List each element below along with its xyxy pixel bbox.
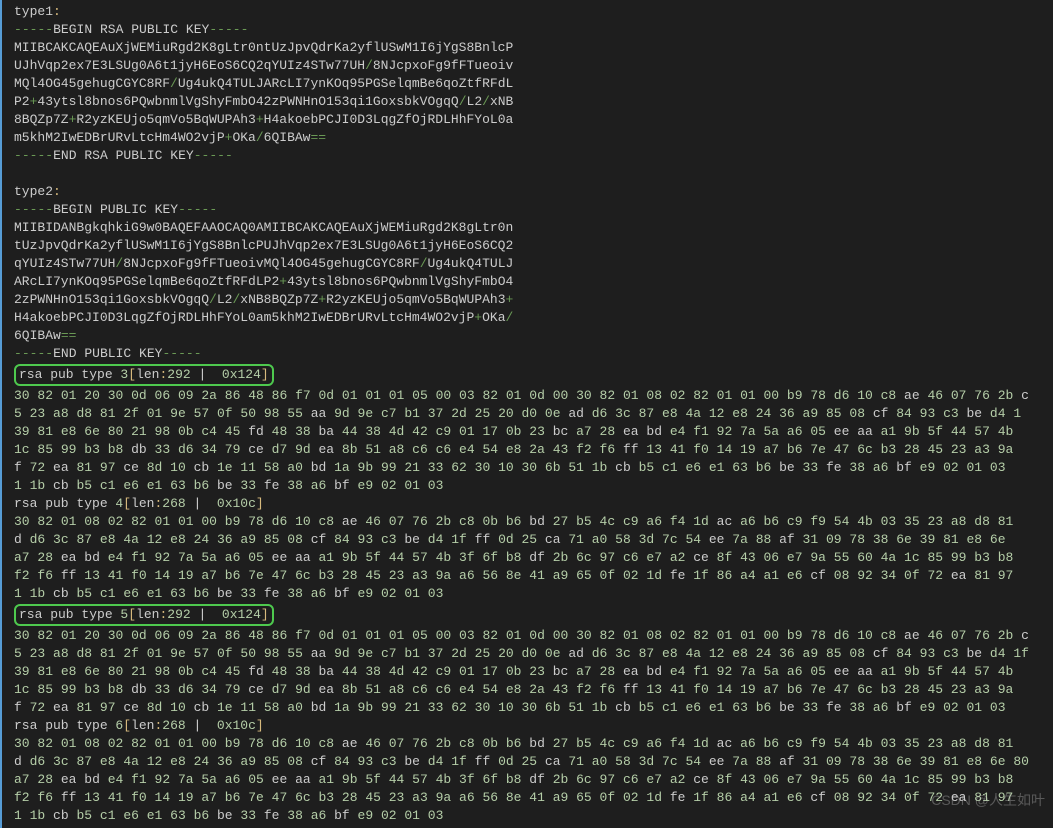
- hex-line: 30 82 01 20 30 0d 06 09 2a 86 48 86 f7 0…: [14, 387, 1053, 405]
- type2-begin: -----BEGIN PUBLIC KEY-----: [14, 201, 1053, 219]
- hex-line: 30 82 01 08 02 82 01 01 00 b9 78 d6 10 c…: [14, 735, 1053, 753]
- type2-end: -----END PUBLIC KEY-----: [14, 345, 1053, 363]
- pem-line: 8BQZp7Z+R2yzKEUjo5qmVo5BqWUPAh3+H4akoebP…: [14, 111, 1053, 129]
- pem-line: MIIBCAKCAQEAuXjWEMiuRgd2K8gLtr0ntUzJpvQd…: [14, 39, 1053, 57]
- hex-line: 1c 85 99 b3 b8 db 33 d6 34 79 ce d7 9d e…: [14, 441, 1053, 459]
- pem-line: qYUIz4STw77UH/8NJcpxoFg9fFTueoivMQl4OG45…: [14, 255, 1053, 273]
- dump3-header: rsa pub type 3[len:292 | 0x124]: [14, 364, 274, 386]
- type2-body: MIIBIDANBgkqhkiG9w0BAQEFAAOCAQ0AMIIBCAKC…: [14, 219, 1053, 345]
- pem-line: 6QIBAw==: [14, 327, 1053, 345]
- hex-line: d d6 3c 87 e8 4a 12 e8 24 36 a9 85 08 cf…: [14, 753, 1053, 771]
- hex-line: f 72 ea 81 97 ce 8d 10 cb 1e 11 58 a0 bd…: [14, 699, 1053, 717]
- type1-end: -----END RSA PUBLIC KEY-----: [14, 147, 1053, 165]
- type1-body: MIIBCAKCAQEAuXjWEMiuRgd2K8gLtr0ntUzJpvQd…: [14, 39, 1053, 147]
- type1-label: type1:: [14, 3, 1053, 21]
- hex-line: 1c 85 99 b3 b8 db 33 d6 34 79 ce d7 9d e…: [14, 681, 1053, 699]
- hex-line: 39 81 e8 6e 80 21 98 0b c4 45 fd 48 38 b…: [14, 663, 1053, 681]
- pem-line: P2+43ytsl8bnos6PQwbnmlVgShyFmbO42zPWNHnO…: [14, 93, 1053, 111]
- hex-line: f 72 ea 81 97 ce 8d 10 cb 1e 11 58 a0 bd…: [14, 459, 1053, 477]
- editor-pane: type1: -----BEGIN RSA PUBLIC KEY----- MI…: [0, 0, 1053, 828]
- hex-line: d d6 3c 87 e8 4a 12 e8 24 36 a9 85 08 cf…: [14, 531, 1053, 549]
- pem-line: tUzJpvQdrKa2yflUSwM1I6jYgS8BnlcPUJhVqp2e…: [14, 237, 1053, 255]
- hex-line: 30 82 01 20 30 0d 06 09 2a 86 48 86 f7 0…: [14, 627, 1053, 645]
- dump5-header: rsa pub type 5[len:292 | 0x124]: [14, 604, 274, 626]
- hex-line: 39 81 e8 6e 80 21 98 0b c4 45 fd 48 38 b…: [14, 423, 1053, 441]
- pem-line: H4akoebPCJI0D3LqgZfOjRDLHhFYoL0am5khM2Iw…: [14, 309, 1053, 327]
- pem-line: 2zPWNHnO153qi1GoxsbkVOgqQ/L2/xNB8BQZp7Z+…: [14, 291, 1053, 309]
- dump5-lines: 30 82 01 20 30 0d 06 09 2a 86 48 86 f7 0…: [14, 627, 1053, 717]
- dump6-header: rsa pub type 6[len:268 | 0x10c]: [14, 717, 1053, 735]
- type1-begin: -----BEGIN RSA PUBLIC KEY-----: [14, 21, 1053, 39]
- dump4-lines: 30 82 01 08 02 82 01 01 00 b9 78 d6 10 c…: [14, 513, 1053, 603]
- pem-line: MIIBIDANBgkqhkiG9w0BAQEFAAOCAQ0AMIIBCAKC…: [14, 219, 1053, 237]
- hex-line: f2 f6 ff 13 41 f0 14 19 a7 b6 7e 47 6c b…: [14, 789, 1053, 807]
- hex-line: f2 f6 ff 13 41 f0 14 19 a7 b6 7e 47 6c b…: [14, 567, 1053, 585]
- hex-line: 5 23 a8 d8 81 2f 01 9e 57 0f 50 98 55 aa…: [14, 645, 1053, 663]
- hex-line: 1 1b cb b5 c1 e6 e1 63 b6 be 33 fe 38 a6…: [14, 585, 1053, 603]
- dump4-header: rsa pub type 4[len:268 | 0x10c]: [14, 495, 1053, 513]
- pem-line: m5khM2IwEDBrURvLtcHm4WO2vjP+OKa/6QIBAw==: [14, 129, 1053, 147]
- type2-label: type2:: [14, 183, 1053, 201]
- pem-line: ARcLI7ynKOq95PGSelqmBe6qoZtfRFdLP2+43yts…: [14, 273, 1053, 291]
- hex-line: a7 28 ea bd e4 f1 92 7a 5a a6 05 ee aa a…: [14, 549, 1053, 567]
- dump3-lines: 30 82 01 20 30 0d 06 09 2a 86 48 86 f7 0…: [14, 387, 1053, 495]
- hex-line: 30 82 01 08 02 82 01 01 00 b9 78 d6 10 c…: [14, 513, 1053, 531]
- dump6-lines: 30 82 01 08 02 82 01 01 00 b9 78 d6 10 c…: [14, 735, 1053, 825]
- pem-line: UJhVqp2ex7E3LSUg0A6t1jyH6EoS6CQ2qYUIz4ST…: [14, 57, 1053, 75]
- hex-line: 1 1b cb b5 c1 e6 e1 63 b6 be 33 fe 38 a6…: [14, 807, 1053, 825]
- hex-line: 5 23 a8 d8 81 2f 01 9e 57 0f 50 98 55 aa…: [14, 405, 1053, 423]
- hex-line: 1 1b cb b5 c1 e6 e1 63 b6 be 33 fe 38 a6…: [14, 477, 1053, 495]
- hex-line: a7 28 ea bd e4 f1 92 7a 5a a6 05 ee aa a…: [14, 771, 1053, 789]
- pem-line: MQl4OG45gehugCGYC8RF/Ug4ukQ4TULJARcLI7yn…: [14, 75, 1053, 93]
